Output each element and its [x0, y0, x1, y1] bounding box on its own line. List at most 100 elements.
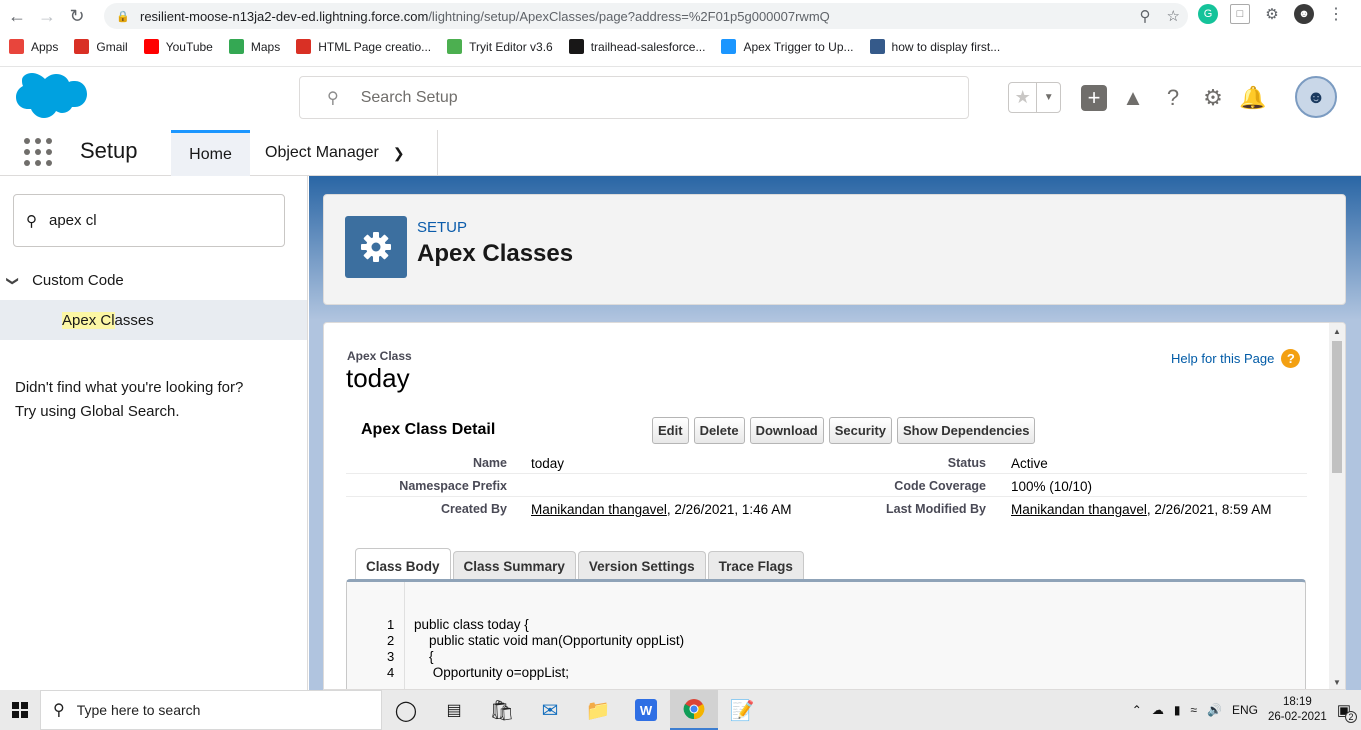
bookmark-label: Gmail: [96, 39, 128, 54]
scrollbar-thumb[interactable]: [1332, 341, 1342, 473]
reload-icon[interactable]: ↻: [62, 1, 92, 31]
star-icon: ★: [1014, 87, 1031, 107]
bookmark-label: Maps: [250, 39, 281, 54]
lock-icon: 🔒: [116, 11, 130, 23]
bookmark-item[interactable]: Tryit Editor v3.6: [447, 39, 553, 54]
tab-trace-flags[interactable]: Trace Flags: [707, 551, 804, 580]
tab-object-manager-label: Object Manager: [265, 144, 379, 161]
bookmark-label: how to display first...: [891, 39, 1001, 54]
modified-by-user-link[interactable]: Manikandan thangavel: [1011, 502, 1147, 517]
app-launcher-icon[interactable]: [24, 138, 52, 166]
field-value-name: today: [531, 456, 565, 471]
bookmark-star-icon[interactable]: ☆: [1167, 7, 1180, 25]
field-value-coverage: 100% (10/10): [1011, 479, 1093, 494]
chevron-down-icon[interactable]: ▼: [1036, 83, 1060, 112]
quick-find-value: apex cl: [49, 212, 97, 229]
code-viewer: 1 public class today {2 public static voi…: [346, 579, 1306, 689]
bookmark-item[interactable]: Maps: [228, 39, 281, 54]
store-icon[interactable]: 🛍: [478, 690, 526, 730]
bookmark-item[interactable]: YouTube: [143, 39, 213, 54]
bookmark-item[interactable]: Apex Trigger to Up...: [721, 39, 854, 54]
global-search-input[interactable]: ⚲ Search Setup: [299, 76, 969, 119]
extension-doc-icon[interactable]: □: [1230, 4, 1250, 24]
bookmark-label: HTML Page creatio...: [318, 39, 432, 54]
url-path: /lightning/setup/ApexClasses/page?addres…: [428, 8, 830, 24]
bookmark-item[interactable]: Apps: [9, 39, 58, 54]
cortana-icon[interactable]: ◯: [382, 690, 430, 730]
help-link[interactable]: Help for this Page ?: [1171, 349, 1301, 368]
taskbar-search-placeholder: Type here to search: [76, 702, 201, 718]
salesforce-logo-icon[interactable]: [15, 73, 87, 123]
battery-icon[interactable]: ▮: [1174, 703, 1181, 717]
puzzle-extensions-icon[interactable]: ⚙: [1262, 4, 1282, 24]
scroll-down-arrow-icon[interactable]: ▼: [1333, 678, 1341, 687]
help-link-label: Help for this Page: [1171, 351, 1275, 366]
sidebar-item-apex-classes[interactable]: Apex Cl asses: [0, 300, 307, 340]
language-indicator[interactable]: ENG: [1232, 703, 1258, 717]
kebab-menu-icon[interactable]: ⋮: [1326, 4, 1346, 24]
bookmark-item[interactable]: how to display first...: [869, 39, 1001, 54]
tab-home[interactable]: Home: [171, 130, 250, 176]
tab-version-settings[interactable]: Version Settings: [577, 551, 706, 580]
field-label-coverage: Code Coverage: [894, 479, 986, 493]
delete-button[interactable]: Delete: [693, 417, 745, 444]
zoom-icon[interactable]: ⚲: [1140, 7, 1151, 25]
chrome-icon[interactable]: [670, 690, 718, 730]
notification-count: 2: [1345, 711, 1357, 723]
not-found-message: Didn't find what you're looking for? Try…: [15, 376, 243, 424]
field-value-status: Active: [1011, 456, 1048, 471]
user-avatar[interactable]: ☻: [1295, 76, 1337, 118]
volume-icon[interactable]: 🔊: [1207, 703, 1222, 717]
chevron-down-icon[interactable]: ❯: [393, 145, 405, 162]
task-view-icon[interactable]: ▤: [430, 690, 478, 730]
profile-avatar-icon[interactable]: ☻: [1294, 4, 1314, 24]
bookmark-item[interactable]: trailhead-salesforce...: [568, 39, 705, 54]
bookmark-item[interactable]: HTML Page creatio...: [296, 39, 431, 54]
scrollbar[interactable]: ▲ ▼: [1329, 323, 1345, 689]
app-name: Setup: [80, 138, 138, 163]
browser-toolbar: ← → ↻ 🔒 resilient-moose-n13ja2-dev-ed.li…: [0, 0, 1361, 32]
wifi-icon[interactable]: ≈: [1190, 703, 1197, 717]
wps-writer-icon[interactable]: W: [622, 690, 670, 730]
notepad-icon[interactable]: 📝: [718, 690, 766, 730]
created-by-user-link[interactable]: Manikandan thangavel: [531, 502, 667, 517]
tab-object-manager[interactable]: Object Manager ❯: [250, 130, 438, 176]
forward-arrow-icon[interactable]: →: [32, 1, 62, 31]
address-bar[interactable]: 🔒 resilient-moose-n13ja2-dev-ed.lightnin…: [104, 3, 1188, 29]
quick-find-input[interactable]: ⚲ apex cl: [13, 194, 285, 247]
setup-gear-icon[interactable]: ⚙: [1199, 84, 1227, 112]
file-explorer-icon[interactable]: 📁: [574, 690, 622, 730]
help-question-icon[interactable]: ?: [1159, 84, 1187, 112]
tab-class-summary[interactable]: Class Summary: [452, 551, 576, 580]
notification-center-icon[interactable]: ▣ 2: [1337, 701, 1357, 723]
main-content-area: SETUP Apex Classes Apex Class today Help…: [309, 176, 1361, 690]
breadcrumb[interactable]: SETUP: [417, 219, 467, 236]
tab-class-body[interactable]: Class Body: [355, 548, 451, 580]
back-arrow-icon[interactable]: ←: [2, 1, 32, 31]
taskbar-search-input[interactable]: ⚲ Type here to search: [40, 690, 382, 730]
onedrive-cloud-icon[interactable]: ☁: [1152, 703, 1164, 717]
record-type-label: Apex Class: [347, 349, 412, 363]
field-label-modified-by: Last Modified By: [885, 502, 986, 516]
global-actions-plus-icon[interactable]: +: [1081, 84, 1107, 111]
favorites-button[interactable]: ★ ▼: [1008, 82, 1061, 113]
tree-section-custom-code[interactable]: ❯ Custom Code: [6, 272, 124, 289]
detail-tabs: Class Body Class Summary Version Setting…: [355, 548, 806, 580]
trailhead-icon[interactable]: ▲: [1119, 84, 1147, 112]
notifications-bell-icon[interactable]: 🔔: [1239, 84, 1267, 112]
show-dependencies-button[interactable]: Show Dependencies: [897, 417, 1036, 444]
windows-start-icon[interactable]: [0, 690, 40, 730]
grammarly-icon[interactable]: G: [1198, 4, 1218, 24]
download-button[interactable]: Download: [749, 417, 824, 444]
button-bar: Edit Delete Download Security Show Depen…: [652, 417, 1036, 444]
security-button[interactable]: Security: [828, 417, 893, 444]
clock[interactable]: 18:19 26-02-2021: [1268, 695, 1327, 725]
scroll-up-arrow-icon[interactable]: ▲: [1333, 327, 1341, 336]
edit-button[interactable]: Edit: [652, 417, 689, 444]
code-line: public static void man(Opportunity oppLi…: [414, 633, 685, 648]
github-icon: [568, 39, 584, 54]
clock-date: 26-02-2021: [1267, 711, 1327, 723]
bookmark-item[interactable]: Gmail: [74, 39, 128, 54]
chevron-up-icon[interactable]: ⌃: [1132, 703, 1142, 717]
mail-icon[interactable]: ✉: [526, 690, 574, 730]
